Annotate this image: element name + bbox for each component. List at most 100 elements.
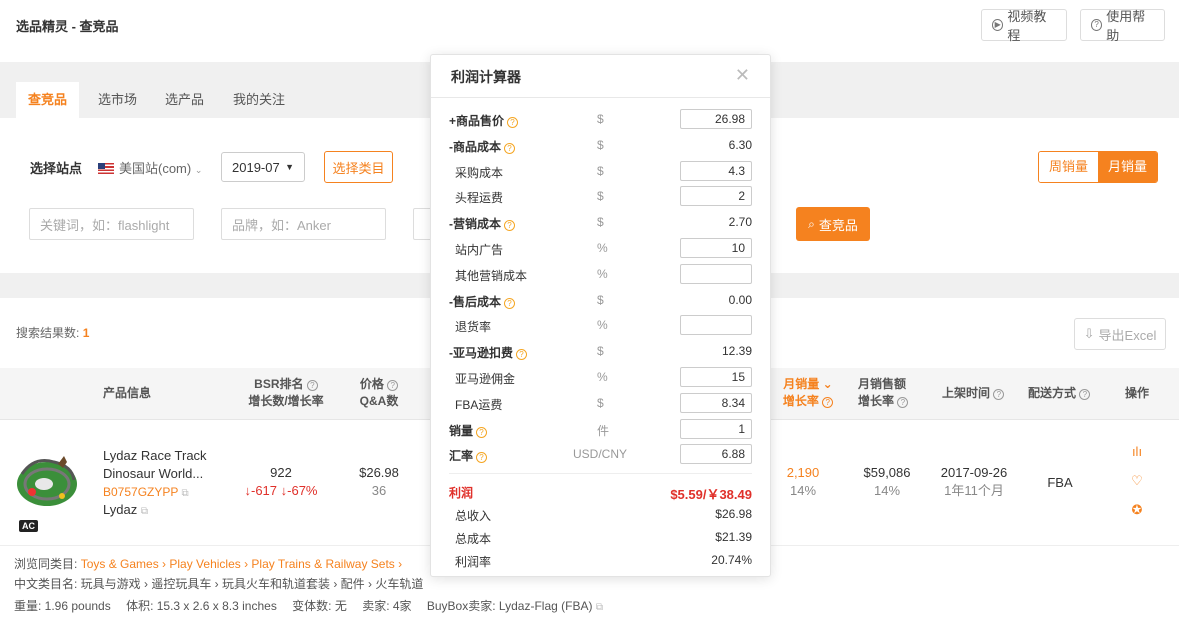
- browse-path-link[interactable]: Toys & Games › Play Vehicles › Play Trai…: [81, 557, 402, 571]
- col-bsr-sub: 增长数/增长率: [248, 394, 324, 408]
- calculator-row-label-text: -商品成本: [449, 139, 501, 154]
- calculator-row-label-text: 头程运费: [455, 191, 504, 206]
- col-listed-time[interactable]: 上架时间 ?: [942, 385, 1005, 402]
- help-icon[interactable]: ?: [516, 349, 527, 361]
- product-title[interactable]: Lydaz Race Track Dinosaur World...: [103, 447, 207, 483]
- select-category-button[interactable]: 选择类目: [324, 151, 393, 183]
- calculator-row: 采购成本 $4.3: [449, 159, 752, 185]
- qa-value: 36: [371, 483, 387, 498]
- margin-value: 20.74%: [711, 553, 752, 567]
- calculator-row-input[interactable]: 4.3: [680, 160, 752, 181]
- help-icon[interactable]: ?: [504, 220, 515, 232]
- calculator-row: +商品售价? $26.98: [449, 107, 752, 133]
- calculator-row-label-text: 站内广告: [455, 243, 504, 257]
- calculator-row-label-text: -营销成本: [449, 217, 501, 232]
- monthly-revenue-value: $59,086: [863, 465, 911, 480]
- total-income-value: $26.98: [715, 507, 752, 521]
- calculator-row: -售后成本? $0.00: [449, 288, 752, 314]
- tab-products[interactable]: 选产品: [153, 82, 216, 118]
- heart-icon[interactable]: ♡: [1130, 474, 1144, 488]
- close-icon[interactable]: ✕: [735, 65, 750, 86]
- help-icon[interactable]: ?: [507, 117, 519, 128]
- external-link-icon[interactable]: ⧉: [596, 602, 603, 613]
- weekly-sales-toggle[interactable]: 周销量: [1039, 152, 1099, 182]
- calculator-row-unit: $: [597, 292, 604, 307]
- calculator-row-unit: USD/CNY: [573, 447, 628, 462]
- calculator-row-label-text: 其他营销成本: [455, 268, 528, 283]
- chart-icon[interactable]: ılı: [1130, 445, 1144, 459]
- keyword-input[interactable]: 关键词，如：flashlight: [29, 208, 194, 240]
- product-image[interactable]: [14, 450, 80, 510]
- calculator-icon[interactable]: ✪: [1130, 503, 1144, 517]
- bsr-change: ↓-617 ↓-67%: [244, 483, 318, 498]
- search-competitors-button[interactable]: ⌕ 查竞品: [796, 207, 870, 241]
- col-bsr[interactable]: BSR排名 ? 增长数/增长率: [246, 376, 326, 410]
- calculator-row-label: 亚马逊佣金: [455, 370, 515, 387]
- calculator-row-input[interactable]: 6.88: [680, 444, 752, 465]
- calculator-row-label: -商品成本?: [449, 138, 515, 155]
- listed-time-cell: 2017-09-26 1年11个月: [936, 464, 1012, 500]
- calculator-row-label: 退货率: [455, 318, 491, 335]
- calculator-row: 汇率? USD/CNY 6.88: [449, 442, 752, 468]
- site-select[interactable]: 美国站(com) ⌄: [98, 158, 202, 177]
- help-icon[interactable]: ?: [504, 297, 515, 309]
- us-flag-icon: [98, 163, 114, 174]
- calculator-row-input[interactable]: [680, 263, 752, 284]
- calculator-row-input[interactable]: 8.34: [680, 392, 752, 413]
- variants: 变体数: 无: [292, 599, 347, 613]
- calculator-row-label-text: FBA运费: [455, 397, 503, 412]
- monthly-sales-toggle[interactable]: 月销量: [1098, 152, 1158, 182]
- calculator-row-label: 销量?: [449, 422, 488, 439]
- brand-input[interactable]: 品牌，如：Anker: [221, 208, 386, 240]
- calculator-row-input[interactable]: 2: [680, 186, 752, 207]
- sales-period-toggle: 周销量 月销量: [1038, 151, 1159, 183]
- brand-value: Lydaz: [103, 502, 138, 517]
- col-monthly-revenue[interactable]: 月销售额 增长率 ?: [858, 376, 918, 410]
- tab-competitors[interactable]: 查竞品: [16, 82, 80, 118]
- export-excel-button[interactable]: ⇩ 导出Excel: [1074, 318, 1166, 350]
- calculator-row-unit: $: [597, 215, 604, 230]
- calculator-row-unit: %: [597, 318, 608, 333]
- help-button[interactable]: ? 使用帮助: [1080, 9, 1165, 43]
- bsr-value: 922: [270, 465, 292, 480]
- calculator-row-unit: $: [597, 137, 604, 152]
- calculator-row-label-text: -亚马逊扣费: [449, 346, 513, 361]
- calculator-row-input[interactable]: 10: [680, 238, 752, 258]
- total-income-label: 总收入: [455, 509, 492, 523]
- col-delivery[interactable]: 配送方式 ?: [1028, 385, 1091, 402]
- tab-markets[interactable]: 选市场: [86, 82, 149, 118]
- calculator-row-input[interactable]: [680, 315, 752, 336]
- col-monthly-sales[interactable]: 月销量 ⌄ 增长率 ?: [772, 376, 844, 410]
- calculator-row: 销量? 件 1: [449, 417, 752, 443]
- calculator-row-input[interactable]: 26.98: [680, 109, 752, 129]
- product-brand-link[interactable]: Lydaz ⧉: [103, 501, 148, 521]
- product-asin-link[interactable]: B0757GZYPP ⧉: [103, 483, 189, 503]
- col-monthly-revenue-label: 月销售额: [858, 377, 907, 391]
- month-select[interactable]: 2019-07 ▼: [221, 152, 305, 182]
- calculator-row-value: 6.30: [728, 137, 752, 152]
- help-icon[interactable]: ?: [476, 426, 488, 438]
- monthly-sales-cell: 2,190 14%: [778, 464, 828, 500]
- calculator-row-label-text: 汇率: [449, 449, 474, 464]
- help-icon[interactable]: ?: [476, 452, 488, 464]
- listed-date: 2017-09-26: [940, 465, 1008, 480]
- calculator-row: 退货率%: [449, 313, 752, 339]
- monthly-revenue-cell: $59,086 14%: [856, 464, 918, 500]
- tab-my-follows[interactable]: 我的关注: [221, 82, 297, 118]
- calculator-row: 亚马逊佣金% 15: [449, 365, 752, 391]
- weight: 重量: 1.96 pounds: [14, 599, 111, 613]
- col-price[interactable]: 价格 ? Q&A数: [356, 376, 402, 410]
- monthly-sales-rate: 14%: [789, 483, 817, 498]
- month-value: 2019-07: [232, 159, 280, 175]
- col-ops: 操作: [1125, 386, 1150, 400]
- calculator-row-label: -售后成本?: [449, 293, 515, 310]
- calculator-row-label-text: -售后成本: [449, 294, 501, 309]
- calculator-row-input[interactable]: 15: [680, 367, 752, 387]
- calculator-row-unit: %: [597, 241, 608, 255]
- col-price-sub: Q&A数: [359, 394, 399, 408]
- help-icon[interactable]: ?: [504, 142, 515, 154]
- calculator-row-input[interactable]: 1: [680, 418, 752, 439]
- col-price-label: 价格: [359, 377, 384, 391]
- external-link-icon: ⧉: [181, 488, 189, 499]
- video-tutorial-button[interactable]: ▶ 视频教程: [981, 9, 1067, 43]
